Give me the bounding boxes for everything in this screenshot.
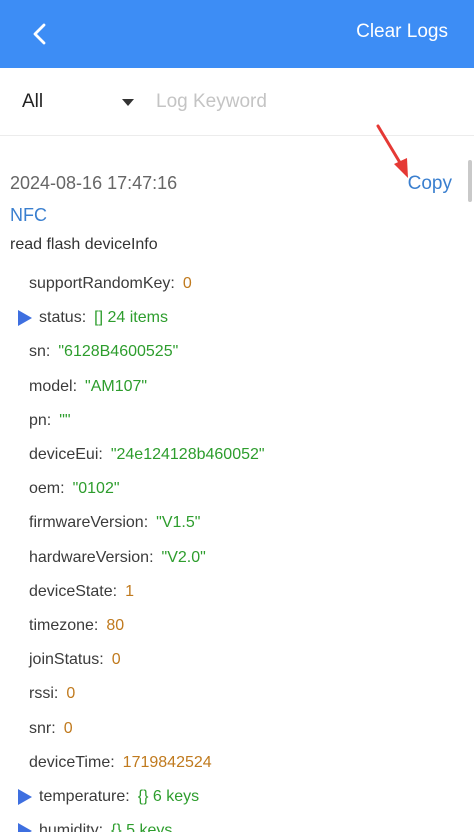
tree-row-firmwareversion: firmwareVersion: "V1.5" bbox=[0, 506, 474, 540]
tree-key: deviceState bbox=[29, 582, 113, 600]
tree-key: status bbox=[39, 309, 82, 327]
expand-triangle-icon[interactable] bbox=[18, 788, 32, 805]
json-tree: supportRandomKey:0 status:[] 24 items sn: "… bbox=[0, 267, 474, 832]
expand-triangle-icon[interactable] bbox=[18, 310, 32, 327]
tree-colon: : bbox=[93, 616, 99, 634]
app-header: Clear Logs bbox=[0, 0, 474, 68]
tree-key: temperature bbox=[39, 787, 126, 805]
log-message: read flash deviceInfo bbox=[10, 236, 158, 253]
tree-colon: : bbox=[46, 411, 52, 429]
tree-colon: : bbox=[60, 480, 65, 498]
chevron-left-icon bbox=[33, 23, 46, 45]
tree-row-deviceeui: deviceEui: "24e124128b460052" bbox=[0, 438, 474, 472]
log-keyword-input[interactable] bbox=[156, 86, 446, 118]
tree-value: 1 bbox=[125, 582, 134, 600]
tree-colon: : bbox=[170, 275, 175, 293]
back-button[interactable] bbox=[20, 14, 60, 54]
tree-value: "AM107" bbox=[85, 377, 148, 395]
tree-value: 0 bbox=[63, 719, 73, 737]
scrollbar-thumb[interactable] bbox=[468, 160, 472, 202]
tree-row-sn: sn: "6128B4600525" bbox=[0, 335, 474, 369]
tree-value: "" bbox=[59, 411, 71, 429]
tree-row-pn: pn: "" bbox=[0, 404, 474, 438]
tree-row-devicetime: deviceTime:1719842524 bbox=[0, 746, 474, 780]
caret-down-icon bbox=[122, 98, 134, 106]
tree-value: "V2.0" bbox=[161, 548, 206, 566]
tree-key: snr bbox=[29, 719, 52, 737]
tree-key: oem bbox=[29, 480, 61, 498]
tree-colon: : bbox=[149, 548, 154, 566]
annotation-arrow-icon bbox=[376, 124, 408, 178]
tree-colon: : bbox=[112, 582, 118, 600]
tree-key: supportRandomKey bbox=[29, 275, 171, 293]
tree-value: 0 bbox=[182, 275, 192, 293]
copy-button[interactable]: Copy bbox=[408, 173, 452, 195]
tree-colon: : bbox=[45, 343, 51, 361]
tree-row-joinstatus: joinStatus:0 bbox=[0, 643, 474, 677]
tree-key: sn bbox=[29, 343, 46, 361]
tree-colon: : bbox=[53, 685, 59, 703]
tree-value: 0 bbox=[111, 651, 121, 669]
tree-key: model bbox=[29, 377, 73, 395]
tree-row-temperature[interactable]: temperature: {} 6 keys bbox=[0, 780, 474, 814]
tree-key: hardwareVersion bbox=[29, 548, 150, 566]
tree-value: {} 6 keys bbox=[137, 787, 200, 805]
clear-logs-button[interactable]: Clear Logs bbox=[356, 18, 448, 46]
tree-value: "V1.5" bbox=[156, 514, 201, 532]
log-timestamp: 2024-08-16 17:47:16 bbox=[10, 173, 178, 193]
tree-colon: : bbox=[99, 651, 104, 669]
tree-row-devicestate: deviceState:1 bbox=[0, 575, 474, 609]
tree-row-model: model: "AM107" bbox=[0, 370, 474, 404]
tree-key: deviceTime bbox=[29, 753, 111, 771]
tree-row-oem: oem: "0102" bbox=[0, 472, 474, 506]
tree-colon: : bbox=[72, 377, 78, 395]
tree-row-supportrandomkey: supportRandomKey:0 bbox=[0, 267, 474, 301]
log-level-value: All bbox=[22, 91, 44, 112]
tree-value: "6128B4600525" bbox=[58, 343, 179, 361]
log-level-select[interactable]: All bbox=[22, 88, 138, 116]
tree-colon: : bbox=[81, 309, 87, 327]
tree-key: pn bbox=[29, 411, 47, 429]
tree-row-snr: snr:0 bbox=[0, 711, 474, 745]
tree-value: 80 bbox=[106, 616, 125, 634]
tree-key: firmwareVersion bbox=[29, 514, 144, 532]
tree-colon: : bbox=[98, 822, 104, 832]
tree-colon: : bbox=[51, 719, 56, 737]
tree-key: timezone bbox=[29, 616, 94, 634]
tree-colon: : bbox=[110, 753, 115, 771]
tree-key: deviceEui bbox=[29, 446, 99, 464]
expand-triangle-icon[interactable] bbox=[18, 823, 32, 832]
tree-colon: : bbox=[98, 446, 103, 464]
tree-row-hardwareversion: hardwareVersion: "V2.0" bbox=[0, 541, 474, 575]
tree-value: "0102" bbox=[72, 480, 120, 498]
log-list[interactable]: 2024-08-16 17:47:16 Copy NFC read flash … bbox=[0, 137, 474, 832]
tree-colon: : bbox=[143, 514, 149, 532]
log-tag: NFC bbox=[10, 205, 47, 225]
tree-row-humidity[interactable]: humidity: {} 5 keys bbox=[0, 814, 474, 832]
tree-row-timezone: timezone:80 bbox=[0, 609, 474, 643]
tree-value: 0 bbox=[66, 685, 76, 703]
tree-row-status[interactable]: status: [] 24 items bbox=[0, 301, 474, 335]
tree-row-rssi: rssi:0 bbox=[0, 677, 474, 711]
tree-value: 1719842524 bbox=[122, 753, 212, 771]
tree-value: "24e124128b460052" bbox=[110, 446, 265, 464]
tree-key: joinStatus bbox=[29, 651, 100, 669]
tree-key: rssi bbox=[29, 685, 54, 703]
tree-value: {} 5 keys bbox=[111, 822, 173, 832]
tree-key: humidity bbox=[39, 822, 99, 832]
tree-value: [] 24 items bbox=[94, 309, 168, 327]
tree-colon: : bbox=[125, 787, 130, 805]
